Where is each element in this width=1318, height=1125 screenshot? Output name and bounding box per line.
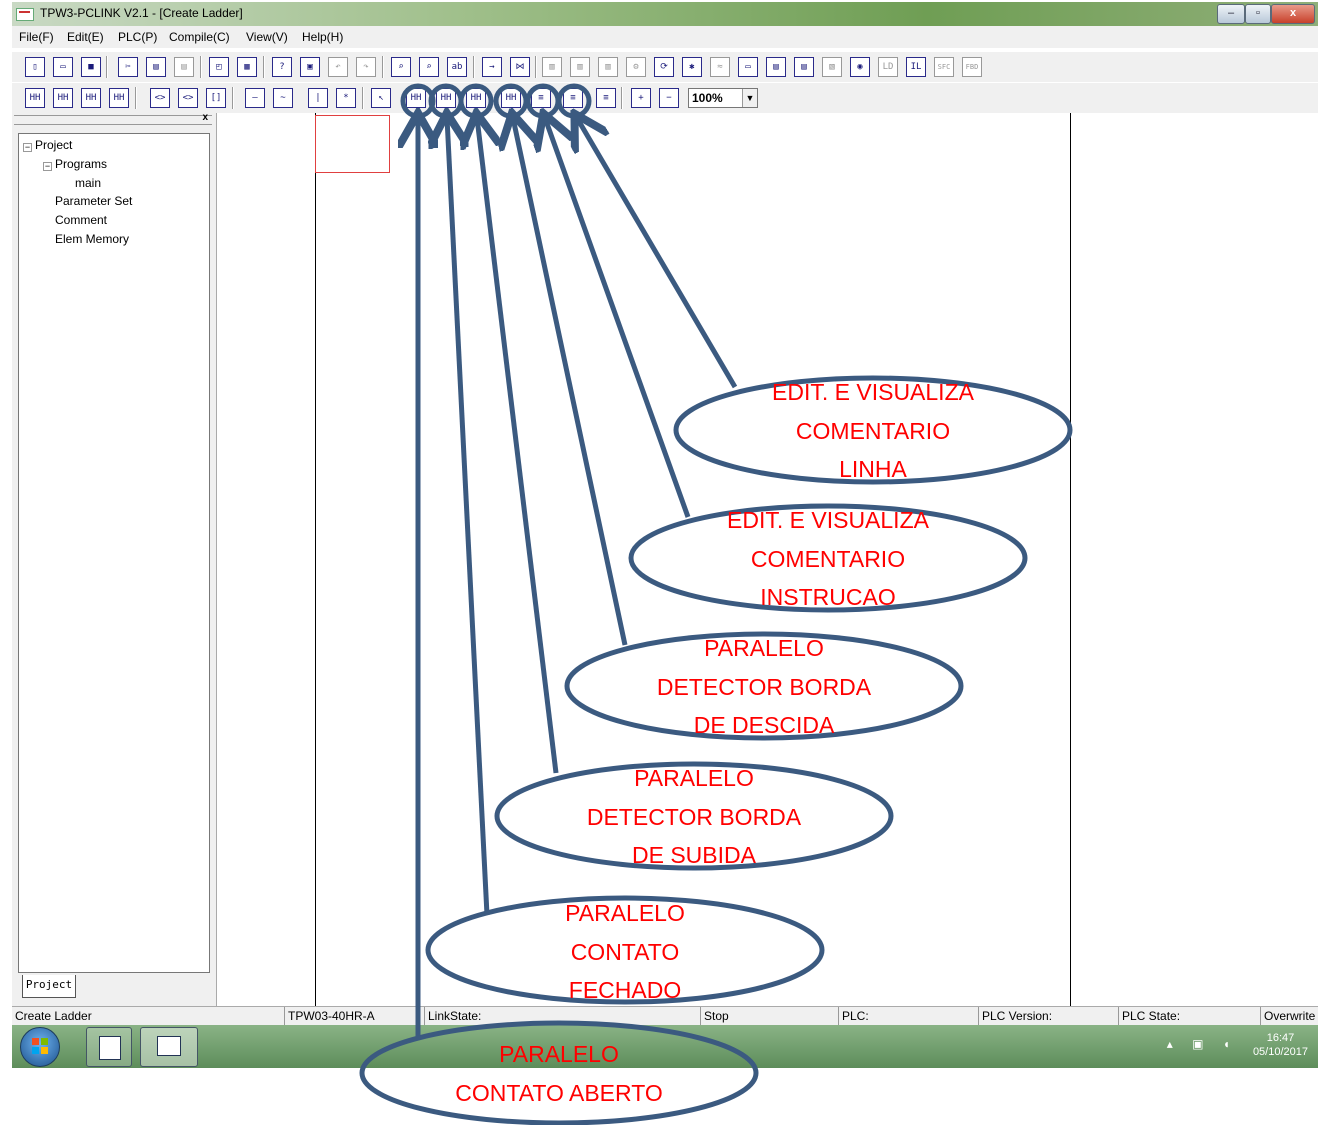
arrow-rising-edge	[477, 118, 559, 774]
callout-line: EDIT. E VISUALIZA	[727, 507, 929, 533]
callout-line: DETECTOR BORDA	[656, 673, 872, 700]
highlight-circle	[525, 83, 561, 119]
callout-rising-edge-text: PARALELO DETECTOR BORDA DE SUBIDA	[534, 759, 854, 875]
callout-line: COMENTARIO	[795, 417, 951, 444]
callout-line: COMENTARIO	[750, 545, 906, 572]
callout-closed-contact-text: PARALELO CONTATO FECHADO	[465, 894, 785, 1010]
callout-line: INSTRUCAO	[760, 584, 896, 610]
callout-line: EDIT. E VISUALIZA	[772, 379, 974, 405]
callout-line: PARALELO	[634, 765, 754, 791]
callout-falling-edge-text: PARALELO DETECTOR BORDA DE DESCIDA	[604, 629, 924, 745]
highlight-circle	[493, 83, 529, 119]
callout-instruction-comment-text: EDIT. E VISUALIZA COMENTARIO INSTRUCAO	[668, 501, 988, 617]
callout-line: DE SUBIDA	[632, 842, 756, 868]
highlight-circle	[458, 83, 494, 119]
callout-line: PARALELO	[704, 635, 824, 661]
callout-line: DE DESCIDA	[693, 712, 835, 738]
callout-line: FECHADO	[568, 977, 682, 1003]
callout-line-comment-text: EDIT. E VISUALIZA COMENTARIO LINHA	[713, 373, 1033, 489]
callout-line: DETECTOR BORDA	[586, 803, 802, 830]
callout-line: PARALELO	[499, 1041, 619, 1067]
callout-line: PARALELO	[565, 900, 685, 926]
highlight-circle	[556, 83, 592, 119]
callout-open-contact-text: PARALELO CONTATO ABERTO	[399, 1035, 719, 1112]
callout-line: CONTATO ABERTO	[455, 1079, 663, 1106]
callout-line: LINHA	[839, 456, 907, 482]
arrow-instruction-comment	[545, 118, 691, 518]
arrow-line-comment	[577, 118, 738, 389]
arrow-closed-contact	[447, 118, 490, 916]
callout-line: CONTATO	[570, 938, 680, 965]
